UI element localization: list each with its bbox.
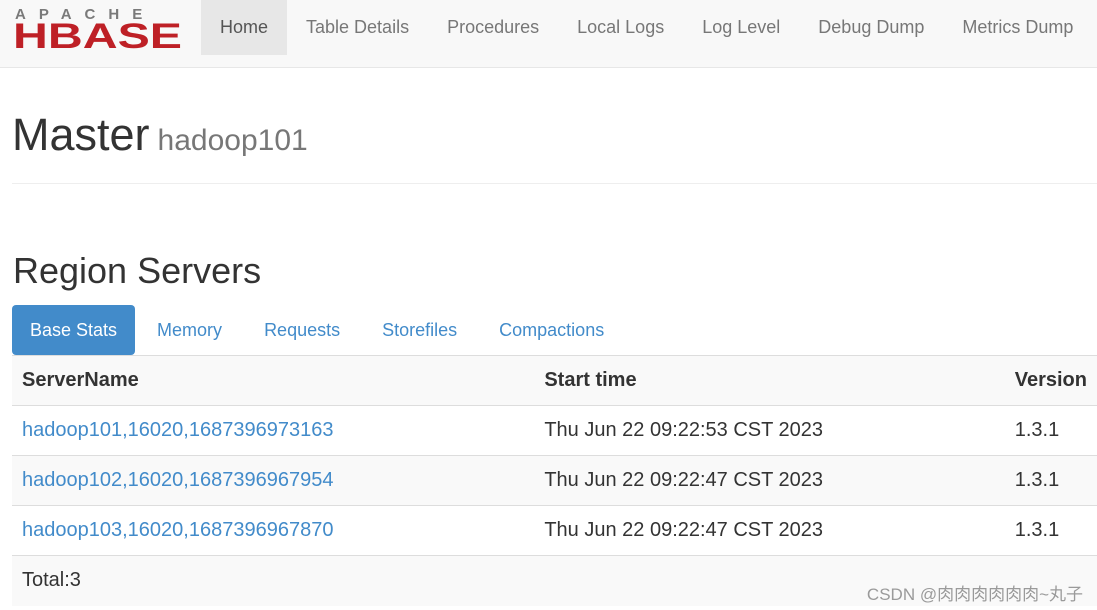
column-header-servername: ServerName	[12, 355, 535, 406]
table-header-row: ServerName Start time Version	[12, 355, 1097, 406]
page-title-text: Master	[12, 109, 150, 160]
server-link[interactable]: hadoop103,16020,1687396967870	[22, 519, 333, 541]
server-link[interactable]: hadoop102,16020,1687396967954	[22, 469, 333, 491]
hbase-logo-graphic: APACHE HBASE	[13, 6, 182, 50]
server-name-cell: hadoop102,16020,1687396967954	[12, 455, 535, 506]
tab-storefiles[interactable]: Storefiles	[362, 305, 477, 355]
tab-compactions[interactable]: Compactions	[479, 305, 624, 355]
start-time-cell: Thu Jun 22 09:22:53 CST 2023	[534, 405, 1005, 456]
page-subtitle: hadoop101	[157, 124, 308, 157]
version-cell: 1.3.1	[1004, 455, 1097, 506]
main-nav: Home Table Details Procedures Local Logs…	[201, 0, 1097, 55]
nav-hbase-config-truncated[interactable]: H	[1092, 0, 1097, 55]
tab-requests[interactable]: Requests	[244, 305, 360, 355]
nav-table-details[interactable]: Table Details	[287, 0, 428, 55]
start-time-cell: Thu Jun 22 09:22:47 CST 2023	[534, 455, 1005, 506]
column-header-start-time: Start time	[534, 355, 1005, 406]
nav-procedures[interactable]: Procedures	[428, 0, 558, 55]
version-cell: 1.3.1	[1004, 505, 1097, 556]
region-servers-table: ServerName Start time Version hadoop101,…	[12, 355, 1097, 606]
page-header: Master hadoop101	[12, 112, 1097, 184]
hbase-logo[interactable]: APACHE HBASE	[13, 6, 183, 50]
total-count-cell: Total:3	[12, 555, 535, 606]
region-servers-title: Region Servers	[13, 250, 262, 291]
nav-metrics-dump[interactable]: Metrics Dump	[943, 0, 1092, 55]
version-cell: 1.3.1	[1004, 405, 1097, 456]
logo-main-text: HBASE	[13, 17, 182, 50]
column-header-version: Version	[1004, 355, 1097, 406]
region-servers-tabs: Base Stats Memory Requests Storefiles Co…	[12, 305, 626, 355]
server-name-cell: hadoop101,16020,1687396973163	[12, 405, 535, 456]
page-title: Master hadoop101	[12, 112, 1097, 164]
table-row: hadoop101,16020,1687396973163 Thu Jun 22…	[12, 405, 1097, 456]
tab-base-stats[interactable]: Base Stats	[12, 305, 136, 355]
tab-memory[interactable]: Memory	[137, 305, 242, 355]
start-time-cell: Thu Jun 22 09:22:47 CST 2023	[534, 505, 1005, 556]
top-navbar: APACHE HBASE Home Table Details Procedur…	[0, 0, 1097, 68]
server-name-cell: hadoop103,16020,1687396967870	[12, 505, 535, 556]
nav-debug-dump[interactable]: Debug Dump	[799, 0, 943, 55]
nav-home[interactable]: Home	[201, 0, 288, 55]
table-row: hadoop103,16020,1687396967870 Thu Jun 22…	[12, 505, 1097, 556]
table-row: hadoop102,16020,1687396967954 Thu Jun 22…	[12, 455, 1097, 506]
csdn-watermark: CSDN @肉肉肉肉肉肉~丸子	[866, 585, 1083, 604]
nav-log-level[interactable]: Log Level	[683, 0, 799, 55]
server-link[interactable]: hadoop101,16020,1687396973163	[22, 419, 333, 441]
nav-local-logs[interactable]: Local Logs	[558, 0, 683, 55]
